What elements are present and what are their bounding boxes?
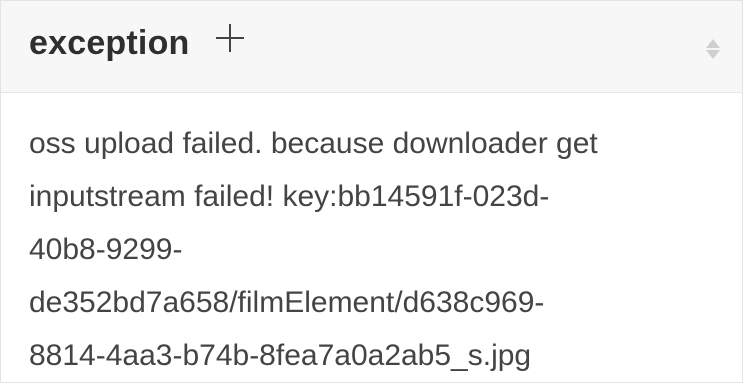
column-header[interactable]: exception <box>1 1 742 93</box>
cell-text-line: 8814-4aa3-b74b-8fea7a0a2ab5_s.jpg <box>29 339 532 372</box>
cell-text-line: de352bd7a658/filmElement/d638c969- <box>29 286 545 319</box>
cell-text-line: 40b8-9299- <box>29 233 183 266</box>
cell-text-line: oss upload failed. because downloader ge… <box>29 127 598 160</box>
exception-cell: oss upload failed. because downloader ge… <box>29 117 729 382</box>
exception-column-panel: exception oss upload failed. because dow… <box>0 0 743 383</box>
plus-icon[interactable] <box>213 21 247 55</box>
cell-text-line: inputstream failed! key:bb14591f-023d- <box>29 180 550 213</box>
column-header-title: exception <box>29 24 190 62</box>
sort-icon[interactable] <box>703 39 723 61</box>
